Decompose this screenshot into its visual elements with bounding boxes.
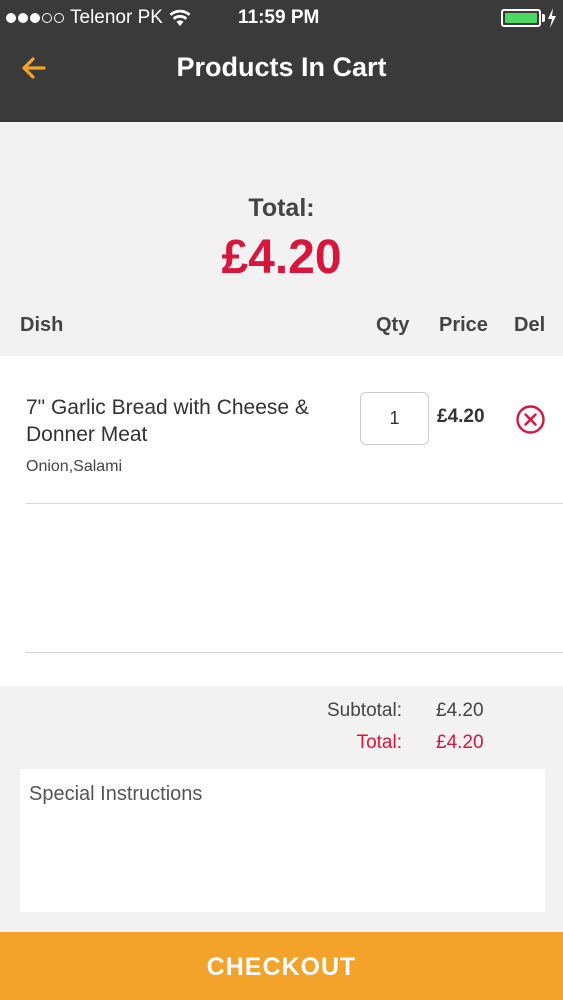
app-header: Telenor PK 11:59 PM Products In Cart bbox=[0, 0, 563, 122]
charging-icon bbox=[548, 8, 556, 28]
divider bbox=[26, 503, 563, 504]
column-header-dish: Dish bbox=[20, 314, 64, 336]
battery-icon bbox=[501, 9, 541, 27]
summary-total-label: Total: bbox=[356, 732, 402, 753]
signal-icon bbox=[6, 13, 64, 23]
summary-total-value: £4.20 bbox=[436, 732, 484, 753]
item-price: £4.20 bbox=[437, 406, 485, 427]
column-header-qty: Qty bbox=[376, 314, 410, 336]
quantity-field[interactable]: 1 bbox=[360, 392, 429, 445]
subtotal-value: £4.20 bbox=[436, 700, 484, 721]
cart-item-list: 7" Garlic Bread with Cheese & Donner Mea… bbox=[0, 356, 563, 686]
item-name: 7" Garlic Bread with Cheese & Donner Mea… bbox=[26, 396, 309, 446]
battery-tip bbox=[542, 14, 545, 22]
divider bbox=[26, 652, 563, 653]
item-options: Onion,Salami bbox=[26, 458, 123, 475]
page-title: Products In Cart bbox=[176, 52, 387, 82]
column-header-price: Price bbox=[439, 314, 488, 336]
checkout-button[interactable]: CHECKOUT bbox=[0, 932, 563, 1000]
wifi-icon bbox=[169, 9, 191, 26]
status-bar: Telenor PK 11:59 PM bbox=[0, 0, 563, 36]
column-header-del: Del bbox=[514, 314, 546, 336]
carrier-name: Telenor PK bbox=[70, 7, 163, 28]
remove-circle-icon[interactable] bbox=[515, 404, 546, 435]
status-left: Telenor PK bbox=[6, 7, 191, 29]
total-amount: £4.20 bbox=[221, 231, 342, 284]
order-summary: Subtotal: £4.20 Total: £4.20 bbox=[0, 686, 563, 932]
status-time: 11:59 PM bbox=[238, 7, 320, 28]
special-instructions-field[interactable] bbox=[20, 769, 545, 912]
total-label: Total: bbox=[248, 194, 315, 222]
subtotal-label: Subtotal: bbox=[327, 700, 402, 721]
